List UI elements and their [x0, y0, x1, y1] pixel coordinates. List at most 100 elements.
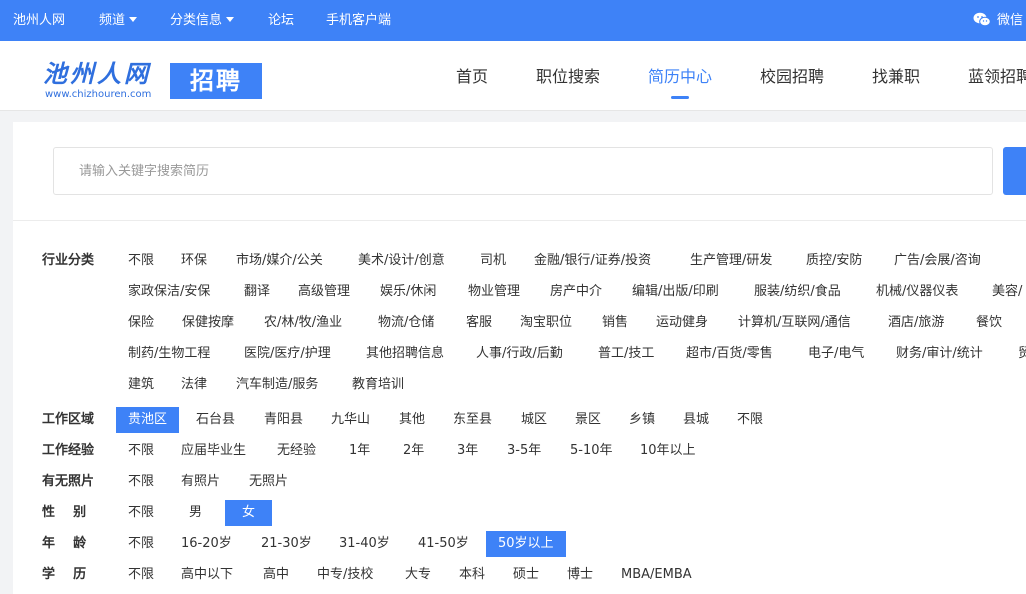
education-option[interactable]: 大专	[405, 565, 431, 585]
area-option[interactable]: 县城	[683, 410, 709, 430]
wechat-link[interactable]: 微信	[973, 0, 1023, 41]
site-home-link[interactable]: 池州人网	[13, 0, 65, 41]
channel-menu[interactable]: 频道	[99, 0, 138, 41]
industry-option[interactable]: 教育培训	[352, 375, 404, 395]
industry-option[interactable]: 高级管理	[298, 282, 350, 302]
experience-option[interactable]: 1年	[349, 441, 370, 461]
nav-campus[interactable]: 校园招聘	[760, 67, 824, 87]
area-option[interactable]: 城区	[521, 410, 547, 430]
chevron-down-icon	[226, 17, 235, 22]
industry-option[interactable]: 淘宝职位	[520, 313, 572, 333]
classified-menu[interactable]: 分类信息	[170, 0, 235, 41]
industry-option[interactable]: 法律	[181, 375, 207, 395]
industry-option[interactable]: 计算机/互联网/通信	[738, 313, 851, 333]
area-option[interactable]: 景区	[575, 410, 601, 430]
education-option[interactable]: 博士	[567, 565, 593, 585]
gender-option[interactable]: 不限	[128, 503, 154, 523]
site-logo[interactable]: 池州人网	[43, 61, 151, 87]
area-option[interactable]: 不限	[737, 410, 763, 430]
area-option-selected[interactable]: 贵池区	[116, 407, 180, 433]
industry-option[interactable]: 物业管理	[468, 282, 520, 302]
industry-option[interactable]: 娱乐/休闲	[380, 282, 436, 302]
photo-option[interactable]: 有照片	[181, 472, 220, 492]
education-option[interactable]: 高中以下	[181, 565, 233, 585]
industry-option[interactable]: 编辑/出版/印刷	[632, 282, 719, 302]
experience-option[interactable]: 应届毕业生	[181, 441, 246, 461]
education-option[interactable]: 不限	[128, 565, 154, 585]
area-option[interactable]: 乡镇	[629, 410, 655, 430]
industry-option[interactable]: 金融/银行/证券/投资	[534, 251, 651, 271]
age-option[interactable]: 不限	[128, 534, 154, 554]
age-option[interactable]: 21-30岁	[261, 534, 312, 554]
experience-option[interactable]: 无经验	[277, 441, 316, 461]
resume-search-input[interactable]	[53, 147, 993, 195]
industry-option[interactable]: 质控/安防	[806, 251, 862, 271]
industry-option[interactable]: 客服	[466, 313, 492, 333]
nav-blue-collar[interactable]: 蓝领招聘	[968, 67, 1026, 87]
industry-option[interactable]: 餐饮	[976, 313, 1002, 333]
area-option[interactable]: 其他	[399, 410, 425, 430]
age-option-selected[interactable]: 50岁以上	[486, 531, 566, 557]
experience-option[interactable]: 5-10年	[570, 441, 613, 461]
industry-option[interactable]: 制药/生物工程	[128, 344, 210, 364]
industry-option[interactable]: 翻译	[244, 282, 270, 302]
experience-option[interactable]: 3-5年	[507, 441, 541, 461]
experience-option[interactable]: 3年	[457, 441, 478, 461]
industry-option[interactable]: 农/林/牧/渔业	[264, 313, 342, 333]
gender-option-selected[interactable]: 女	[225, 500, 273, 526]
industry-option[interactable]: 酒店/旅游	[888, 313, 944, 333]
area-option[interactable]: 青阳县	[264, 410, 303, 430]
industry-option[interactable]: 超市/百货/零售	[686, 344, 773, 364]
education-option[interactable]: 本科	[459, 565, 485, 585]
industry-option[interactable]: 美术/设计/创意	[358, 251, 445, 271]
nav-part-time[interactable]: 找兼职	[872, 67, 920, 87]
area-option[interactable]: 九华山	[331, 410, 370, 430]
area-option[interactable]: 东至县	[453, 410, 492, 430]
photo-option[interactable]: 不限	[128, 472, 154, 492]
age-option[interactable]: 31-40岁	[339, 534, 390, 554]
industry-option[interactable]: 电子/电气	[808, 344, 864, 364]
forum-link[interactable]: 论坛	[268, 0, 294, 41]
industry-option[interactable]: 财务/审计/统计	[896, 344, 983, 364]
education-option[interactable]: MBA/EMBA	[621, 565, 692, 585]
industry-option[interactable]: 房产中介	[550, 282, 602, 302]
industry-option[interactable]: 医院/医疗/护理	[244, 344, 331, 364]
industry-option[interactable]: 保健按摩	[182, 313, 234, 333]
photo-option[interactable]: 无照片	[249, 472, 288, 492]
experience-option[interactable]: 10年以上	[640, 441, 696, 461]
mobile-client-link[interactable]: 手机客户端	[326, 0, 391, 41]
industry-option[interactable]: 不限	[128, 251, 154, 271]
experience-option[interactable]: 2年	[403, 441, 424, 461]
age-option[interactable]: 16-20岁	[181, 534, 232, 554]
nav-resume-center[interactable]: 简历中心	[648, 67, 712, 87]
nav-home[interactable]: 首页	[456, 67, 488, 87]
industry-option[interactable]: 环保	[181, 251, 207, 271]
industry-option[interactable]: 司机	[480, 251, 506, 271]
area-option[interactable]: 石台县	[196, 410, 235, 430]
industry-option[interactable]: 运动健身	[656, 313, 708, 333]
gender-option[interactable]: 男	[189, 503, 202, 523]
education-option[interactable]: 硕士	[513, 565, 539, 585]
search-button[interactable]	[1003, 147, 1026, 195]
industry-option[interactable]: 普工/技工	[598, 344, 654, 364]
industry-option[interactable]: 美容/	[992, 282, 1022, 302]
age-option[interactable]: 41-50岁	[418, 534, 469, 554]
industry-option[interactable]: 贸	[1018, 344, 1026, 364]
industry-option[interactable]: 建筑	[128, 375, 154, 395]
education-option[interactable]: 中专/技校	[317, 565, 373, 585]
experience-option[interactable]: 不限	[128, 441, 154, 461]
industry-option[interactable]: 物流/仓储	[378, 313, 434, 333]
industry-option[interactable]: 机械/仪器仪表	[876, 282, 958, 302]
industry-option[interactable]: 人事/行政/后勤	[476, 344, 563, 364]
industry-option[interactable]: 汽车制造/服务	[236, 375, 318, 395]
industry-option[interactable]: 销售	[602, 313, 628, 333]
industry-option[interactable]: 保险	[128, 313, 154, 333]
industry-option[interactable]: 其他招聘信息	[366, 344, 444, 364]
industry-option[interactable]: 生产管理/研发	[690, 251, 772, 271]
industry-option[interactable]: 家政保洁/安保	[128, 282, 210, 302]
industry-option[interactable]: 广告/会展/咨询	[894, 251, 981, 271]
education-option[interactable]: 高中	[263, 565, 289, 585]
industry-option[interactable]: 市场/媒介/公关	[236, 251, 323, 271]
industry-option[interactable]: 服装/纺织/食品	[754, 282, 841, 302]
nav-job-search[interactable]: 职位搜索	[536, 67, 600, 87]
